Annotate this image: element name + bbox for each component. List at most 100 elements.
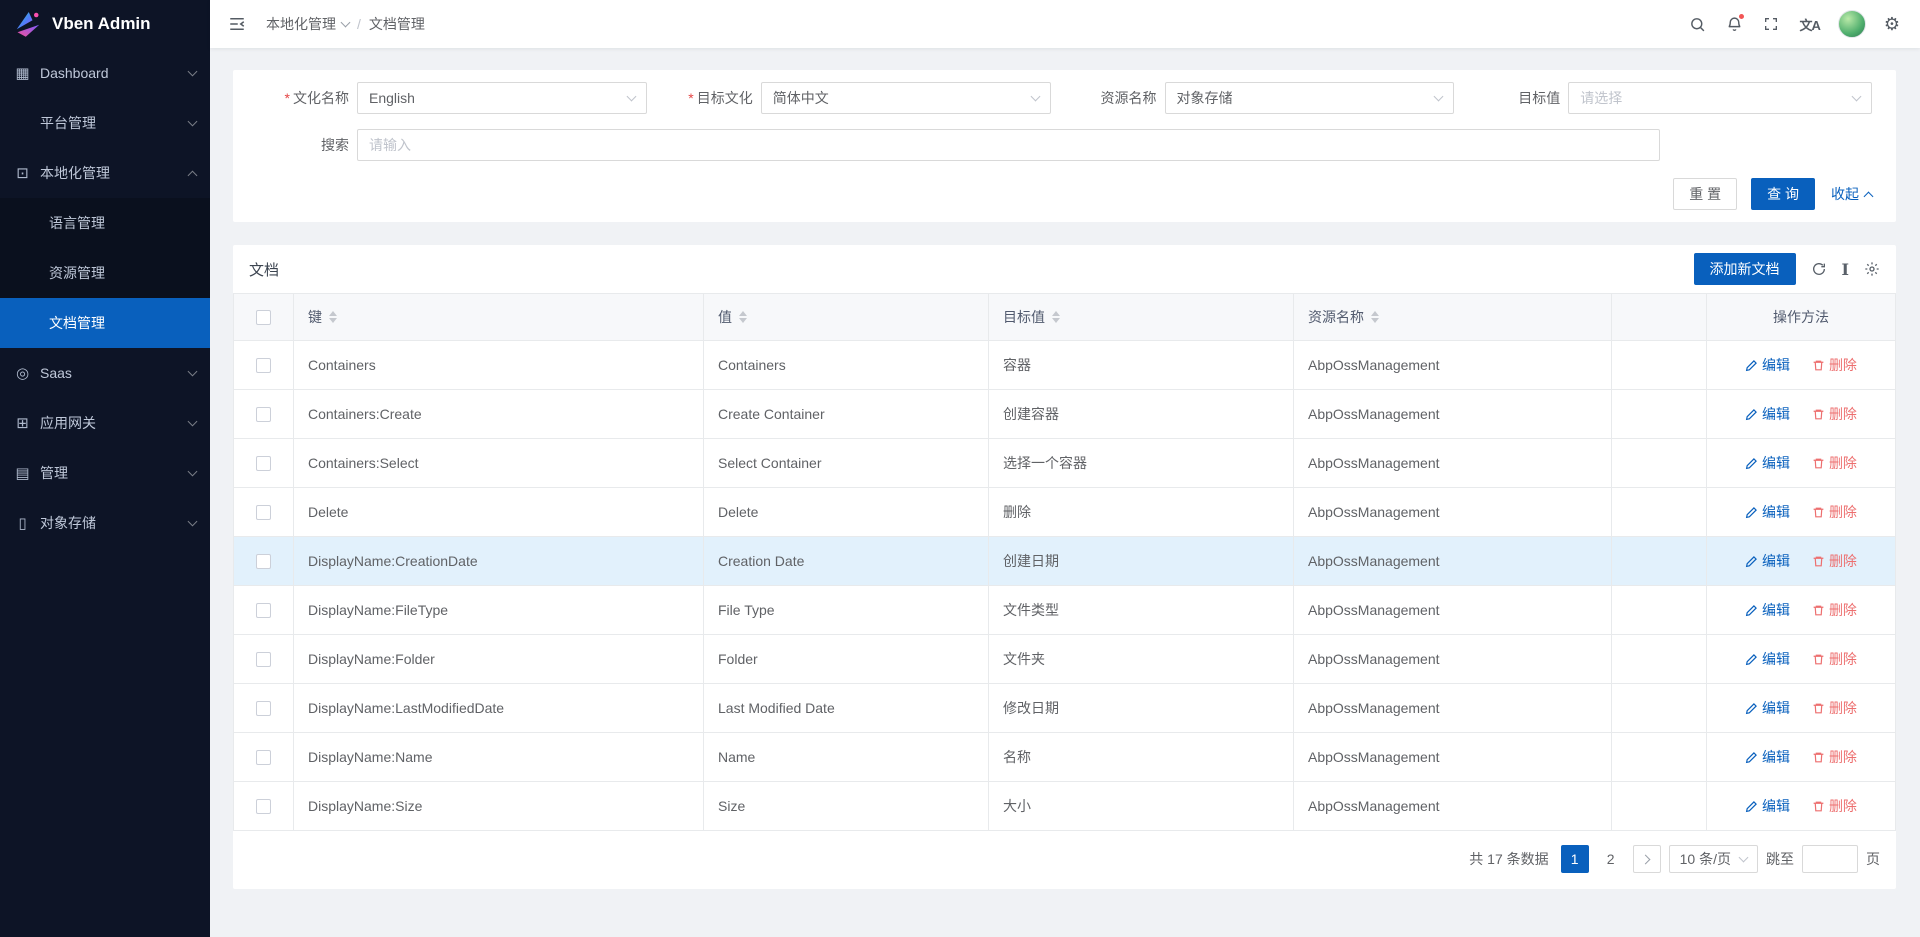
cell-empty: [1612, 488, 1707, 537]
column-header[interactable]: 目标值: [989, 294, 1294, 341]
cell-value: File Type: [704, 586, 989, 635]
row-checkbox[interactable]: [256, 456, 271, 471]
row-checkbox[interactable]: [256, 799, 271, 814]
column-header[interactable]: 操作方法: [1707, 294, 1896, 341]
row-checkbox[interactable]: [256, 652, 271, 667]
sidebar-item-label: Dashboard: [40, 65, 189, 81]
edit-link[interactable]: 编辑: [1745, 502, 1790, 522]
row-checkbox[interactable]: [256, 554, 271, 569]
column-header[interactable]: 资源名称: [1294, 294, 1612, 341]
edit-link[interactable]: 编辑: [1745, 453, 1790, 473]
column-settings-icon[interactable]: [1864, 261, 1880, 277]
column-header-label: 值: [718, 307, 732, 327]
table-title: 文档: [249, 259, 279, 280]
sidebar-item-label: 平台管理: [40, 113, 189, 133]
edit-link[interactable]: 编辑: [1745, 600, 1790, 620]
search-input[interactable]: [357, 129, 1660, 161]
edit-link[interactable]: 编辑: [1745, 649, 1790, 669]
edit-link[interactable]: 编辑: [1745, 698, 1790, 718]
delete-link[interactable]: 删除: [1812, 600, 1857, 620]
delete-link[interactable]: 删除: [1812, 404, 1857, 424]
bell-icon[interactable]: [1716, 0, 1753, 48]
page-size-select[interactable]: 10 条/页: [1669, 845, 1758, 873]
delete-link[interactable]: 删除: [1812, 698, 1857, 718]
select-control[interactable]: 简体中文: [761, 82, 1051, 114]
logo[interactable]: Vben Admin: [0, 0, 210, 48]
chevron-up-icon: [1864, 191, 1874, 201]
add-document-button[interactable]: 添加新文档: [1694, 253, 1796, 285]
delete-link[interactable]: 删除: [1812, 747, 1857, 767]
collapse-link[interactable]: 收起: [1831, 184, 1872, 204]
select-all-checkbox[interactable]: [256, 310, 271, 325]
delete-link[interactable]: 删除: [1812, 502, 1857, 522]
delete-link[interactable]: 删除: [1812, 551, 1857, 571]
sidebar-item-gateway[interactable]: ⊞ 应用网关: [0, 398, 210, 448]
select-value: 对象存储: [1177, 88, 1233, 108]
reset-button[interactable]: 重 置: [1673, 178, 1737, 210]
sidebar-item-label: 本地化管理: [40, 163, 189, 183]
sidebar-subitem-resource[interactable]: 资源管理: [0, 248, 210, 298]
row-checkbox[interactable]: [256, 505, 271, 520]
row-checkbox[interactable]: [256, 603, 271, 618]
cell-value: Name: [704, 733, 989, 782]
jump-page-input[interactable]: [1802, 845, 1858, 873]
column-header[interactable]: 键: [294, 294, 704, 341]
saas-icon: ◎: [14, 364, 31, 382]
table-row: DisplayName:CreationDate Creation Date 创…: [234, 537, 1896, 586]
sidebar-subitem-language[interactable]: 语言管理: [0, 198, 210, 248]
sidebar-item-storage[interactable]: ▯ 对象存储: [0, 498, 210, 548]
table-row: Containers:Create Create Container 创建容器 …: [234, 390, 1896, 439]
delete-link[interactable]: 删除: [1812, 453, 1857, 473]
delete-link[interactable]: 删除: [1812, 649, 1857, 669]
row-checkbox[interactable]: [256, 407, 271, 422]
filter-field-target-culture: *目标文化 简体中文: [661, 82, 1065, 114]
query-button[interactable]: 查 询: [1751, 178, 1815, 210]
column-header[interactable]: 值: [704, 294, 989, 341]
fullscreen-icon[interactable]: [1753, 0, 1789, 48]
select-control[interactable]: 对象存储: [1165, 82, 1455, 114]
trash-icon: [1812, 359, 1825, 372]
edit-link[interactable]: 编辑: [1745, 747, 1790, 767]
cell-key: DisplayName:CreationDate: [294, 537, 704, 586]
row-height-icon[interactable]: I: [1842, 260, 1849, 279]
edit-link[interactable]: 编辑: [1745, 796, 1790, 816]
pencil-icon: [1745, 506, 1758, 519]
select-control[interactable]: English: [357, 82, 647, 114]
trash-icon: [1812, 800, 1825, 813]
filter-field-label: *目标文化: [661, 88, 753, 108]
refresh-icon[interactable]: [1811, 261, 1827, 277]
sidebar-item-dashboard[interactable]: ▦ Dashboard: [0, 48, 210, 98]
page-button-2[interactable]: 2: [1597, 845, 1625, 873]
menu-fold-icon[interactable]: [218, 0, 256, 48]
edit-link[interactable]: 编辑: [1745, 355, 1790, 375]
filter-field-label: *资源名称: [1065, 88, 1157, 108]
cell-value: Creation Date: [704, 537, 989, 586]
sidebar-item-admin[interactable]: ▤ 管理: [0, 448, 210, 498]
row-checkbox[interactable]: [256, 358, 271, 373]
cell-value: Containers: [704, 341, 989, 390]
chevron-down-icon: [1852, 92, 1862, 102]
row-checkbox[interactable]: [256, 701, 271, 716]
table-row: Containers:Select Select Container 选择一个容…: [234, 439, 1896, 488]
edit-link[interactable]: 编辑: [1745, 551, 1790, 571]
settings-gear-icon[interactable]: ⚙: [1874, 0, 1910, 48]
chevron-down-icon: [341, 18, 351, 28]
page-button-1[interactable]: 1: [1561, 845, 1589, 873]
filter-field-label: *文化名称: [257, 88, 349, 108]
edit-link[interactable]: 编辑: [1745, 404, 1790, 424]
search-icon[interactable]: [1679, 0, 1716, 48]
select-control[interactable]: 请选择: [1568, 82, 1872, 114]
avatar[interactable]: [1838, 10, 1866, 38]
breadcrumb-item-parent[interactable]: 本地化管理: [266, 14, 349, 34]
notification-badge: [1738, 13, 1745, 20]
sidebar-subitem-document[interactable]: 文档管理: [0, 298, 210, 348]
row-checkbox[interactable]: [256, 750, 271, 765]
sidebar-item-saas[interactable]: ◎ Saas: [0, 348, 210, 398]
delete-link[interactable]: 删除: [1812, 355, 1857, 375]
translate-icon[interactable]: 文A: [1789, 0, 1829, 48]
next-page-button[interactable]: [1633, 845, 1661, 873]
sidebar-item-platform[interactable]: 平台管理: [0, 98, 210, 148]
cell-empty: [1612, 341, 1707, 390]
delete-link[interactable]: 删除: [1812, 796, 1857, 816]
sidebar-item-localization[interactable]: ⊡ 本地化管理: [0, 148, 210, 198]
